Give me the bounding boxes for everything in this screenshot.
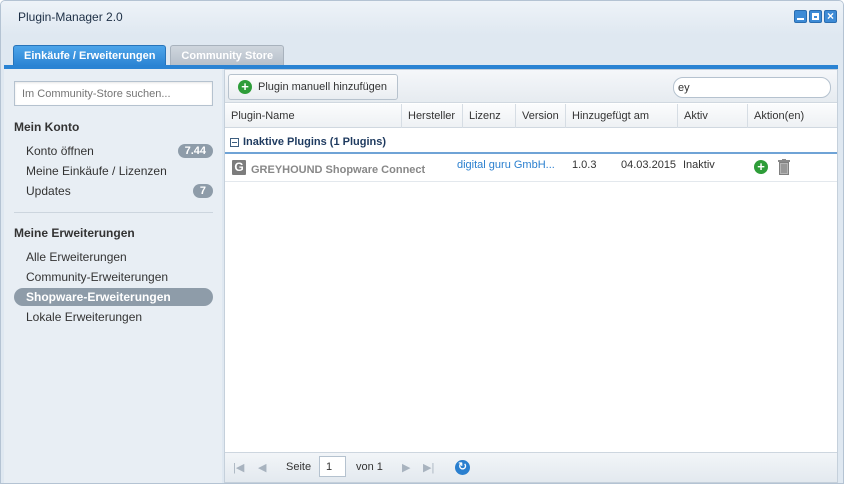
- tab-community-store[interactable]: Community Store: [170, 45, 285, 66]
- my-account-heading: Mein Konto: [14, 120, 80, 134]
- window-controls: ×: [794, 9, 837, 23]
- sidebar-item-community-extensions[interactable]: Community-Erweiterungen: [14, 268, 213, 286]
- sidebar-item-all-extensions[interactable]: Alle Erweiterungen: [14, 248, 213, 266]
- manufacturer-link[interactable]: digital guru GmbH...: [457, 159, 557, 171]
- column-header-license[interactable]: Lizenz: [463, 104, 516, 128]
- plugin-name-cell: GREYHOUND Shopware Connect: [251, 164, 426, 176]
- trash-icon[interactable]: [778, 159, 790, 175]
- plus-icon: +: [238, 80, 252, 94]
- minimize-icon: [797, 18, 804, 20]
- sidebar-item-label: Lokale Erweiterungen: [26, 310, 143, 324]
- title-bar: Plugin-Manager 2.0 ×: [1, 1, 843, 35]
- add-plugin-manually-label: Plugin manuell hinzufügen: [258, 81, 388, 93]
- window-title: Plugin-Manager 2.0: [18, 10, 123, 24]
- my-extensions-heading: Meine Erweiterungen: [14, 226, 135, 240]
- maximize-button[interactable]: [809, 10, 822, 23]
- column-header-added[interactable]: Hinzugefügt am: [566, 104, 678, 128]
- first-page-icon[interactable]: |◀: [233, 461, 244, 474]
- plugin-grid-panel: + Plugin manuell hinzufügen Plugin-Name …: [224, 69, 838, 483]
- page-label: Seite: [286, 461, 312, 473]
- sidebar-item-purchases-licenses[interactable]: Meine Einkäufe / Lizenzen: [14, 162, 213, 180]
- sidebar-item-label: Alle Erweiterungen: [26, 250, 127, 264]
- add-plugin-manually-button[interactable]: + Plugin manuell hinzufügen: [228, 74, 399, 100]
- column-header-plugin-name[interactable]: Plugin-Name: [225, 104, 402, 128]
- greyhound-logo-icon: G: [232, 160, 246, 175]
- sidebar-item-local-extensions[interactable]: Lokale Erweiterungen: [14, 308, 213, 326]
- tab-purchases-extensions[interactable]: Einkäufe / Erweiterungen: [13, 45, 167, 66]
- group-label: Inaktive Plugins (1 Plugins): [243, 136, 387, 148]
- sidebar-item-label: Updates: [26, 184, 71, 198]
- column-header-version[interactable]: Version: [516, 104, 566, 128]
- sidebar-divider: [14, 212, 213, 213]
- sidebar-item-shopware-extensions[interactable]: Shopware-Erweiterungen: [14, 288, 213, 306]
- column-header-actions[interactable]: Aktion(en): [748, 104, 837, 128]
- sidebar-item-updates[interactable]: Updates 7: [14, 182, 213, 200]
- active-status-cell: Inaktiv: [683, 159, 715, 171]
- plugin-filter-input[interactable]: [673, 77, 831, 98]
- sidebar-item-label: Community-Erweiterungen: [26, 270, 169, 284]
- install-plugin-icon[interactable]: +: [754, 160, 768, 174]
- sidebar-item-label: Shopware-Erweiterungen: [26, 290, 171, 304]
- previous-page-icon[interactable]: ◀: [258, 461, 266, 474]
- grid-header: Plugin-Name Hersteller Lizenz Version Hi…: [225, 104, 837, 128]
- sidebar-item-label: Konto öffnen: [26, 144, 94, 158]
- collapse-icon[interactable]: [230, 138, 239, 147]
- updates-count-badge: 7: [192, 184, 213, 198]
- grid-toolbar: + Plugin manuell hinzufügen: [225, 70, 837, 103]
- sidebar-item-open-account[interactable]: Konto öffnen 7.44: [14, 142, 213, 160]
- last-page-icon[interactable]: ▶|: [423, 461, 434, 474]
- paging-toolbar: |◀ ◀ Seite von 1 ▶ ▶| ↻: [225, 452, 837, 482]
- close-button[interactable]: ×: [824, 9, 837, 23]
- minimize-button[interactable]: [794, 10, 807, 23]
- maximize-icon: [812, 13, 819, 20]
- tab-bar: Einkäufe / Erweiterungen Community Store: [13, 45, 285, 66]
- page-number-input[interactable]: [319, 456, 346, 477]
- table-row[interactable]: G GREYHOUND Shopware Connect digital gur…: [225, 155, 837, 182]
- group-row-inactive-plugins[interactable]: Inaktive Plugins (1 Plugins): [225, 132, 837, 154]
- page-count-label: von 1: [356, 461, 383, 473]
- sidebar: Mein Konto Konto öffnen 7.44 Meine Einkä…: [4, 69, 222, 483]
- balance-badge: 7.44: [177, 144, 213, 158]
- next-page-icon[interactable]: ▶: [402, 461, 410, 474]
- community-store-search-input[interactable]: [14, 81, 213, 106]
- version-cell: 1.0.3: [572, 159, 597, 171]
- column-header-active[interactable]: Aktiv: [678, 104, 748, 128]
- close-icon: ×: [826, 9, 834, 23]
- added-date-cell: 04.03.2015: [621, 159, 677, 171]
- refresh-icon[interactable]: ↻: [455, 460, 470, 475]
- sidebar-item-label: Meine Einkäufe / Lizenzen: [26, 164, 167, 178]
- plugin-manager-window: Plugin-Manager 2.0 × Einkäufe / Erweiter…: [0, 0, 844, 484]
- column-header-manufacturer[interactable]: Hersteller: [402, 104, 463, 128]
